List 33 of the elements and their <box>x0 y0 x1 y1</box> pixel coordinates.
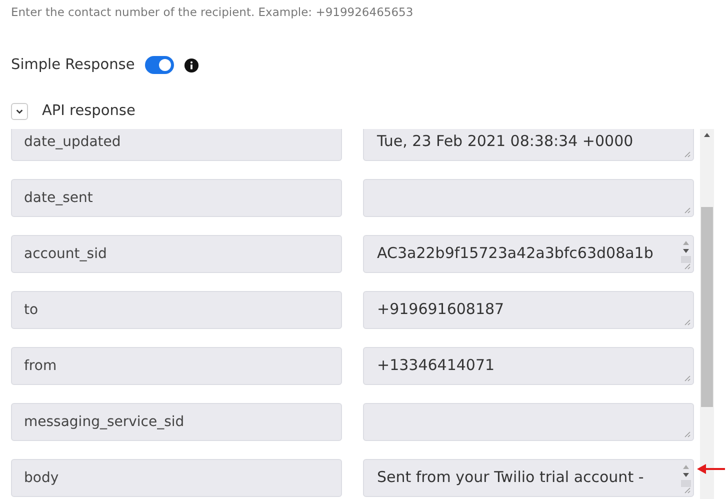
resize-grip-icon[interactable] <box>684 207 691 214</box>
resize-grip-icon[interactable] <box>684 431 691 438</box>
info-icon[interactable] <box>184 58 199 72</box>
api-response-label: API response <box>42 103 136 119</box>
scrollbar[interactable] <box>700 129 714 499</box>
hint-text: Enter the contact number of the recipient. Example: +919926465653 <box>10 4 414 21</box>
key-field: messaging_service_sid <box>11 403 342 441</box>
expand-toggle[interactable] <box>11 102 28 120</box>
value-field[interactable] <box>363 403 694 441</box>
scroll-up-icon[interactable] <box>703 132 711 138</box>
value-field[interactable]: Sent from your Twilio trial account - <box>363 459 694 497</box>
value-field[interactable]: +13346414071 <box>363 347 694 385</box>
simple-response-label: Simple Response <box>11 57 135 73</box>
spinner-arrows-icon[interactable] <box>681 239 691 263</box>
value-field[interactable]: +919691608187 <box>363 291 694 329</box>
resize-grip-icon[interactable] <box>684 319 691 326</box>
key-field: body <box>11 459 342 497</box>
key-field: from <box>11 347 342 385</box>
key-field: date_sent <box>11 179 342 217</box>
resize-grip-icon[interactable] <box>684 487 691 494</box>
value-field[interactable]: AC3a22b9f15723a42a3bfc63d08a1b <box>363 235 694 273</box>
chevron-icon <box>15 106 24 116</box>
spinner-arrows-icon[interactable] <box>681 463 691 487</box>
toggle-switch[interactable] <box>144 56 174 74</box>
pointer-arrow <box>696 463 726 475</box>
value-field[interactable] <box>363 179 694 217</box>
resize-grip-icon[interactable] <box>684 263 691 270</box>
key-field: account_sid <box>11 235 342 273</box>
resize-grip-icon[interactable] <box>684 151 691 158</box>
resize-grip-icon[interactable] <box>684 375 691 382</box>
value-field[interactable]: Tue, 23 Feb 2021 08:38:34 +0000 <box>363 129 694 161</box>
key-field: to <box>11 291 342 329</box>
key-field: date_updated <box>11 129 342 161</box>
